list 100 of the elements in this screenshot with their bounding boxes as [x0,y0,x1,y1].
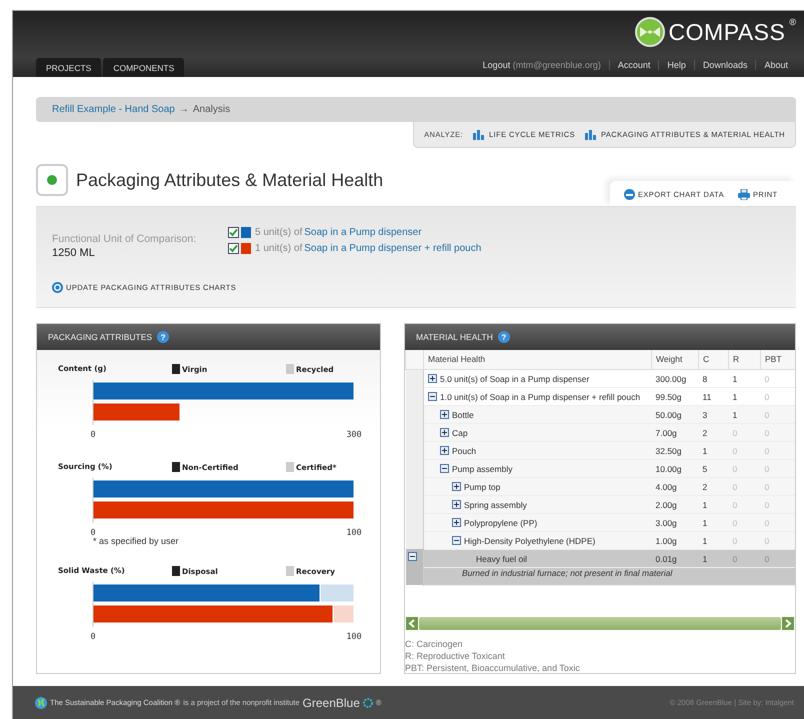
nav-link[interactable]: Help [658,60,694,70]
checkbox[interactable] [228,227,239,238]
expand-icon[interactable] [452,500,461,509]
nav-link[interactable]: Downloads [694,60,756,70]
checkbox[interactable] [228,243,239,254]
scroll-left-icon[interactable] [406,617,418,630]
table-cell: 0 [760,441,795,459]
expand-icon[interactable] [428,374,437,383]
table-cell: 0 [760,495,795,513]
table-cell: 0 [760,387,795,405]
panel-title: PACKAGING ATTRIBUTES [48,332,152,342]
table-cell: 4.00g [652,477,698,495]
item-quantity: 1 unit(s) of [255,243,302,254]
refresh-icon [52,282,63,293]
table-cell: 1 [698,441,728,459]
axis-tick-label: 100 [346,632,362,642]
table-cell: 2 [698,423,728,441]
column-header[interactable]: PBT [760,350,795,369]
table-cell: 0 [760,477,795,495]
tree-item[interactable]: 1.0 unit(s) of Soap in a Pump dispenser + refill pouch [440,392,640,402]
table-cell: 11 [698,387,728,405]
tree-item[interactable]: Spring assembly [464,500,527,510]
expand-icon[interactable] [440,410,449,419]
table-cell: 0 [728,441,760,459]
table-cell: 0 [760,513,795,531]
tree-item[interactable]: Pump top [464,482,500,492]
footnote: * as specified by user [92,536,180,546]
legend-text: C: Carcinogen [405,639,464,649]
table-cell: 0 [728,477,760,495]
tree-item[interactable]: 5.0 unit(s) of Soap in a Pump dispenser [440,374,590,384]
table-cell: 8 [698,369,728,387]
collapse-icon[interactable] [408,552,416,561]
table-cell: 7.00g [652,423,698,441]
nav-link[interactable]: About [755,60,796,70]
table-cell: 1 [698,495,728,513]
column-header[interactable]: R [728,350,760,369]
table-cell: 1 [728,387,760,405]
table-cell: 0 [728,549,760,567]
table-cell: 0 [728,531,760,549]
table-cell: 0 [728,459,760,477]
item-quantity: 5 unit(s) of [255,227,302,238]
bar-chart-icon [473,130,484,140]
item-link[interactable]: Soap in a Pump dispenser + refill pouch [304,243,482,254]
collapse-icon[interactable] [440,464,449,473]
column-header[interactable]: Material Health [424,350,652,369]
globe-icon [35,696,47,708]
axis-tick-label: 0 [90,632,96,642]
collapse-icon[interactable] [452,536,461,545]
expand-icon[interactable] [440,428,449,437]
table-cell: 3 [698,405,728,423]
table-cell: 1 [698,513,728,531]
breadcrumb-current: Analysis [192,104,230,115]
breadcrumb-separator: → [178,104,189,115]
table-cell: 1 [698,549,728,567]
table-cell: 1.00g [652,531,698,549]
tree-item[interactable]: Heavy fuel oil [476,554,528,564]
table-cell: 3.00g [652,513,698,531]
table-cell: 1 [698,531,728,549]
tree-item[interactable]: Pouch [452,446,476,456]
collapse-icon[interactable] [428,392,437,401]
legend-text: R: Reproductive Toxicant [405,651,506,661]
axis-tick-label: 100 [346,528,362,538]
scroll-right-icon[interactable] [782,617,794,630]
column-header[interactable]: Weight [652,350,698,369]
logo-icon [634,17,665,47]
table-cell: 2 [698,477,728,495]
table-cell: 1 [728,405,760,423]
tree-item[interactable]: Bottle [452,410,474,420]
nav-link[interactable]: Account [608,60,658,70]
table-cell: 0 [728,423,760,441]
nav-tab[interactable]: COMPONENTS [103,58,184,77]
nav-link[interactable]: Logout (mtm@greenblue.org) [474,60,609,70]
table-cell: 2.00g [652,495,698,513]
table-cell: 0 [760,531,795,549]
table-cell: 1 [728,369,760,387]
tree-item[interactable]: Polypropylene (PP) [464,518,538,528]
column-header[interactable]: C [698,350,728,369]
table-cell: 0.01g [652,549,698,567]
brand-name: GreenBlue [302,696,360,710]
field-value: 1250 ML [52,247,96,259]
expand-icon[interactable] [440,446,449,455]
table-cell: 0 [760,459,795,477]
table-cell: 50.00g [652,405,698,423]
registered-mark: ® [789,17,796,27]
download-icon [624,189,635,200]
item-link[interactable]: Soap in a Pump dispenser [304,227,422,238]
field-label: Functional Unit of Comparison: [52,233,198,245]
tree-item[interactable]: Cap [452,428,468,438]
tree-item[interactable]: Pump assembly [452,464,512,474]
page-title: Packaging Attributes & Material Health [76,170,384,190]
expand-icon[interactable] [452,518,461,527]
bar-chart-icon [585,130,596,140]
breadcrumb-link[interactable]: Refill Example - Hand Soap [52,104,175,115]
nav-tab[interactable]: PROJECTS [36,58,102,77]
table-cell: 99.50g [652,387,698,405]
expand-icon[interactable] [452,482,461,491]
horizontal-scrollbar[interactable] [405,616,795,631]
ring-icon [362,698,373,708]
axis-tick-label: 0 [90,430,96,440]
table-cell: 0 [760,369,795,387]
